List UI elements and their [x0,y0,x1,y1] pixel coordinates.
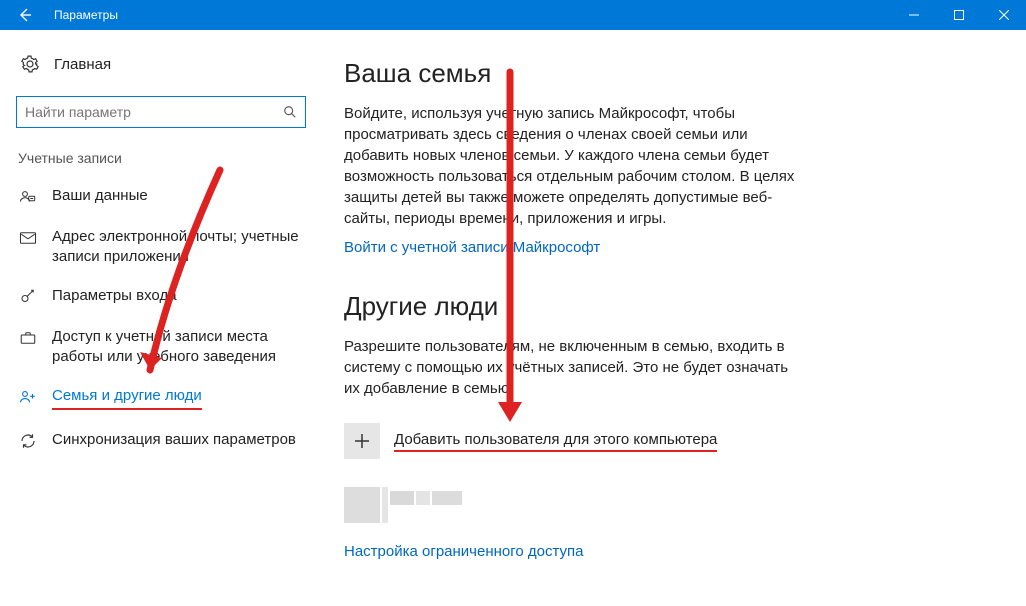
mail-icon [18,228,38,248]
sidebar-item-work-access[interactable]: Доступ к учетной записи места работы или… [0,317,320,376]
key-icon [18,287,38,307]
sidebar: Главная Учетные записи Ваши данные [0,30,320,606]
family-heading: Ваша семья [344,58,1002,89]
sidebar-item-signin-options[interactable]: Параметры входа [0,276,320,317]
home-label: Главная [54,56,111,73]
sidebar-item-label: Параметры входа [52,286,177,306]
window-title: Параметры [50,8,118,22]
main-content: Ваша семья Войдите, используя учетную за… [320,30,1026,606]
sidebar-item-label: Семья и другие люди [52,386,202,410]
obscured-user-entry [344,487,644,523]
minimize-button[interactable] [891,0,936,30]
minimize-icon [909,10,919,20]
home-link[interactable]: Главная [0,48,320,80]
titlebar: Параметры [0,0,1026,30]
maximize-button[interactable] [936,0,981,30]
sidebar-item-email-accounts[interactable]: Адрес электронной почты; учетные записи … [0,217,320,276]
limited-access-link[interactable]: Настройка ограниченного доступа [344,543,584,560]
sidebar-nav: Ваши данные Адрес электронной почты; уче… [0,176,320,461]
search-input[interactable] [17,104,275,120]
back-button[interactable] [0,0,50,30]
sidebar-item-label: Доступ к учетной записи места работы или… [52,327,304,366]
sidebar-item-label: Синхронизация ваших параметров [52,430,296,450]
close-button[interactable] [981,0,1026,30]
others-heading: Другие люди [344,291,1002,322]
people-plus-icon [18,387,38,407]
sidebar-item-label: Адрес электронной почты; учетные записи … [52,227,304,266]
sidebar-item-sync[interactable]: Синхронизация ваших параметров [0,420,320,461]
search-box[interactable] [16,96,306,128]
briefcase-icon [18,328,38,348]
family-body: Войдите, используя учетную запись Майкро… [344,103,804,229]
maximize-icon [954,10,964,20]
sidebar-item-your-info[interactable]: Ваши данные [0,176,320,217]
gear-icon [20,54,40,74]
sync-icon [18,431,38,451]
others-body: Разрешите пользователям, не включенным в… [344,336,804,399]
add-user-row[interactable]: Добавить пользователя для этого компьюте… [344,423,1002,459]
person-badge-icon [18,187,38,207]
signin-link[interactable]: Войти с учетной записи Майкрософт [344,239,600,256]
add-user-label: Добавить пользователя для этого компьюте… [394,431,717,452]
plus-icon [344,423,380,459]
sidebar-section-label: Учетные записи [18,150,320,166]
sidebar-item-family[interactable]: Семья и другие люди [0,376,320,420]
sidebar-item-label: Ваши данные [52,186,148,206]
close-icon [999,10,1009,20]
arrow-left-icon [17,7,33,23]
search-icon [275,105,305,119]
